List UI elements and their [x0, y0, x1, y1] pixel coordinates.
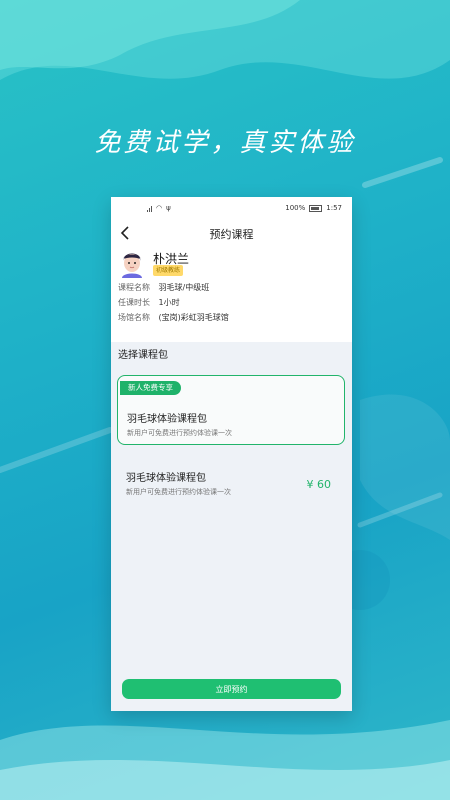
- info-label: 课程名称: [118, 283, 150, 292]
- signal-icon: [147, 205, 152, 212]
- book-now-button[interactable]: 立即预约: [122, 679, 341, 699]
- package-name: 羽毛球体验课程包: [127, 414, 207, 425]
- package-price: ¥ 60: [306, 478, 332, 491]
- battery-icon: [309, 204, 323, 212]
- package-name: 羽毛球体验课程包: [126, 473, 206, 484]
- info-value: 1小时: [158, 298, 180, 307]
- coach-level-badge: 初级教练: [153, 265, 183, 276]
- info-label: 场馆名称: [118, 313, 150, 322]
- status-right: 100% 1:57: [285, 204, 342, 212]
- package-desc: 新用户可免费进行预约体验课一次: [126, 488, 231, 496]
- info-label: 任课时长: [118, 298, 150, 307]
- section-title: 选择课程包: [118, 350, 168, 361]
- info-value: 羽毛球/中级班: [158, 283, 210, 292]
- headline: 免费试学，真实体验: [94, 128, 356, 158]
- wifi-icon: ◠: [156, 204, 163, 212]
- battery-percent: 100%: [285, 204, 306, 212]
- status-bar: ◠ ψ 100% 1:57: [111, 197, 352, 219]
- usb-icon: ψ: [166, 204, 171, 212]
- status-time: 1:57: [326, 204, 342, 212]
- package-option-paid[interactable]: 羽毛球体验课程包 新用户可免费进行预约体验课一次 ¥ 60: [117, 452, 345, 522]
- page-title: 预约课程: [209, 228, 254, 241]
- package-desc: 新用户可免费进行预约体验课一次: [127, 429, 232, 437]
- info-duration: 任课时长 1小时: [118, 297, 180, 308]
- phone-screen: ◠ ψ 100% 1:57 预约课程 朴洪兰 初级教练 课程名称 羽毛球/中级班…: [111, 197, 352, 711]
- info-course-name: 课程名称 羽毛球/中级班: [118, 282, 209, 293]
- new-user-tag: 新人免费专享: [120, 381, 181, 395]
- coach-avatar: [118, 248, 146, 278]
- info-value: (宝岗)彩虹羽毛球馆: [158, 313, 229, 322]
- package-option-free[interactable]: 新人免费专享 羽毛球体验课程包 新用户可免费进行预约体验课一次: [117, 375, 345, 445]
- info-venue: 场馆名称 (宝岗)彩虹羽毛球馆: [118, 312, 229, 323]
- coach-course-card: 朴洪兰 初级教练 课程名称 羽毛球/中级班 任课时长 1小时 场馆名称 (宝岗)…: [111, 247, 352, 342]
- nav-bar: 预约课程: [111, 219, 352, 247]
- status-left-icons: ◠ ψ: [147, 204, 171, 212]
